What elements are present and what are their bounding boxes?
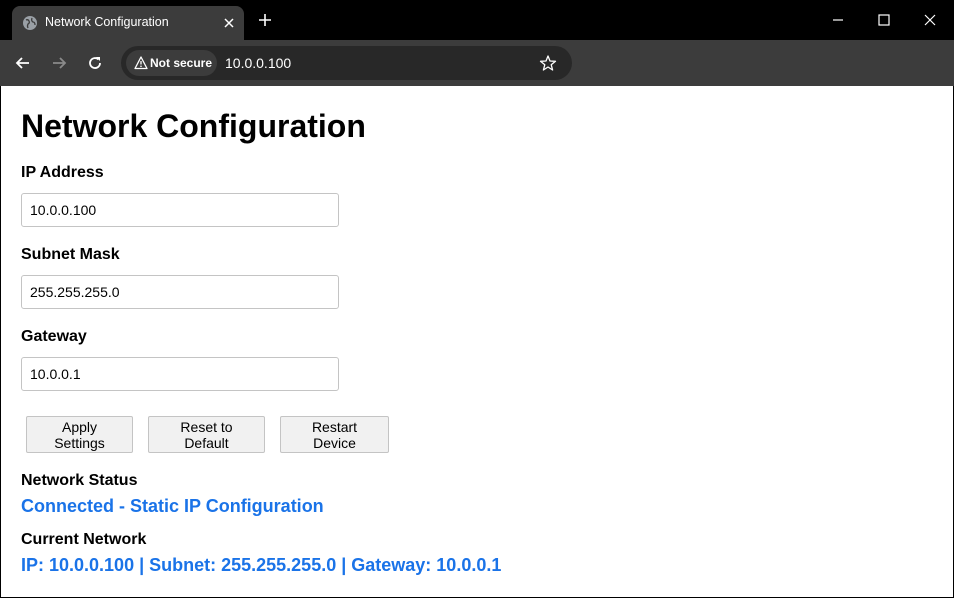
minimize-icon[interactable] [829,11,847,29]
gateway-label: Gateway [21,328,87,345]
browser-toolbar: Not secure 10.0.0.100 [0,40,954,86]
subnet-mask-input[interactable] [21,275,339,309]
warning-icon [134,56,148,70]
address-bar[interactable]: Not secure 10.0.0.100 [121,46,572,80]
plus-icon[interactable] [256,11,274,29]
maximize-icon[interactable] [875,11,893,29]
globe-icon [23,16,37,30]
gateway-input[interactable] [21,357,339,391]
star-icon[interactable] [539,54,557,72]
reload-icon[interactable] [85,53,105,73]
tab-strip: Network Configuration [0,0,954,40]
url-text[interactable]: 10.0.0.100 [225,55,291,71]
network-status-value: Connected - Static IP Configuration [21,496,324,516]
page-viewport: Network Configuration IP Address Subnet … [1,86,953,597]
close-window-icon[interactable] [921,11,939,29]
network-status-heading: Network Status [21,472,138,489]
current-network-heading: Current Network [21,531,147,548]
ip-address-label: IP Address [21,164,104,181]
apply-settings-button[interactable]: Apply Settings [26,416,133,453]
ip-address-input[interactable] [21,193,339,227]
subnet-mask-label: Subnet Mask [21,246,120,263]
security-label: Not secure [150,56,213,70]
tab-title: Network Configuration [45,15,169,29]
current-network-value: IP: 10.0.0.100 | Subnet: 255.255.255.0 |… [21,555,502,575]
back-icon[interactable] [13,53,33,73]
page-title: Network Configuration [21,108,366,144]
reset-to-default-button[interactable]: Reset to Default [148,416,265,453]
security-chip[interactable]: Not secure [126,50,217,76]
forward-icon[interactable] [49,53,69,73]
close-icon[interactable] [220,14,238,32]
restart-device-button[interactable]: Restart Device [280,416,389,453]
browser-tab[interactable]: Network Configuration [12,6,244,40]
